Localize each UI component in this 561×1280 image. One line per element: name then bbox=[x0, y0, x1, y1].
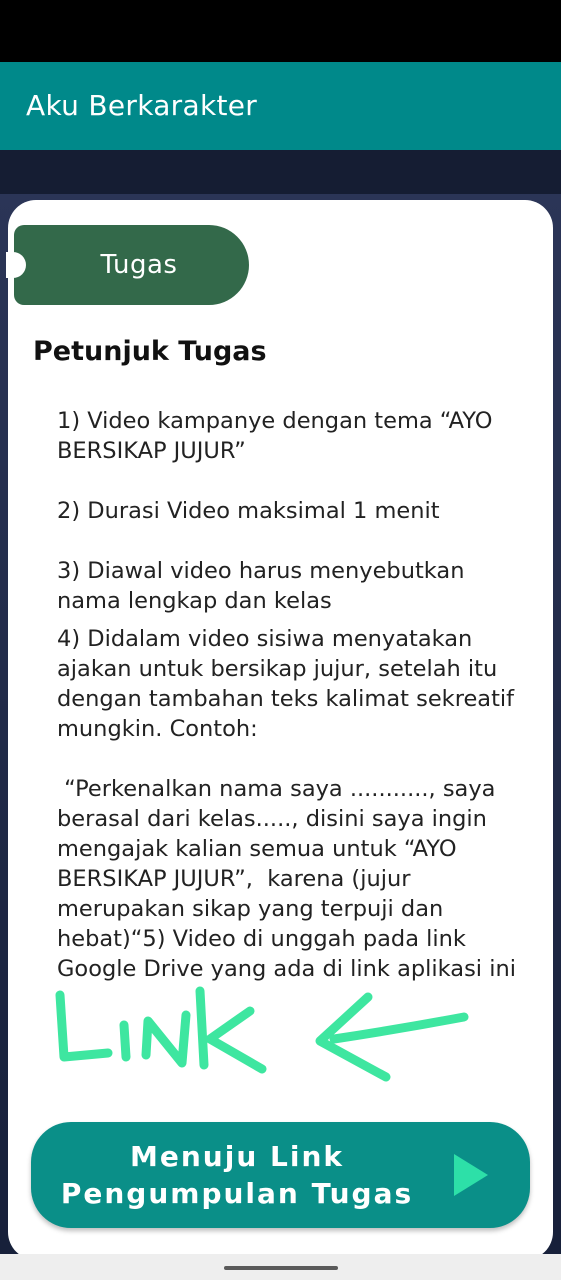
arrow-left-icon bbox=[315, 992, 469, 1082]
app-title: Aku Berkarakter bbox=[26, 89, 258, 122]
play-icon bbox=[454, 1154, 488, 1196]
instructions-list: 1) Video kampanye dengan tema “AYO BERSI… bbox=[57, 406, 517, 984]
cta-line-1: Menuju Link bbox=[130, 1140, 344, 1173]
tab-label: Tugas bbox=[100, 250, 178, 280]
instruction-item-3: 3) Diawal video harus menyebutkan nama l… bbox=[57, 558, 472, 614]
background-band bbox=[0, 150, 561, 194]
page-title: Petunjuk Tugas bbox=[33, 336, 267, 367]
handwritten-link-text bbox=[55, 986, 267, 1074]
app-bar: Aku Berkarakter bbox=[0, 62, 561, 150]
home-gesture-handle[interactable] bbox=[224, 1266, 338, 1270]
submission-link-label: Menuju Link Pengumpulan Tugas bbox=[31, 1138, 443, 1212]
instruction-item-2: 2) Durasi Video maksimal 1 menit bbox=[57, 498, 440, 524]
instruction-item-4: 4) Didalam video sisiwa menyatakan ajaka… bbox=[57, 626, 515, 742]
handwritten-link-annotation bbox=[55, 986, 469, 1082]
cta-line-2: Pengumpulan Tugas bbox=[60, 1177, 414, 1210]
status-bar bbox=[0, 0, 561, 62]
instruction-example: “Perkenalkan nama saya ..........., saya… bbox=[57, 776, 516, 982]
instruction-item-1: 1) Video kampanye dengan tema “AYO BERSI… bbox=[57, 408, 500, 464]
